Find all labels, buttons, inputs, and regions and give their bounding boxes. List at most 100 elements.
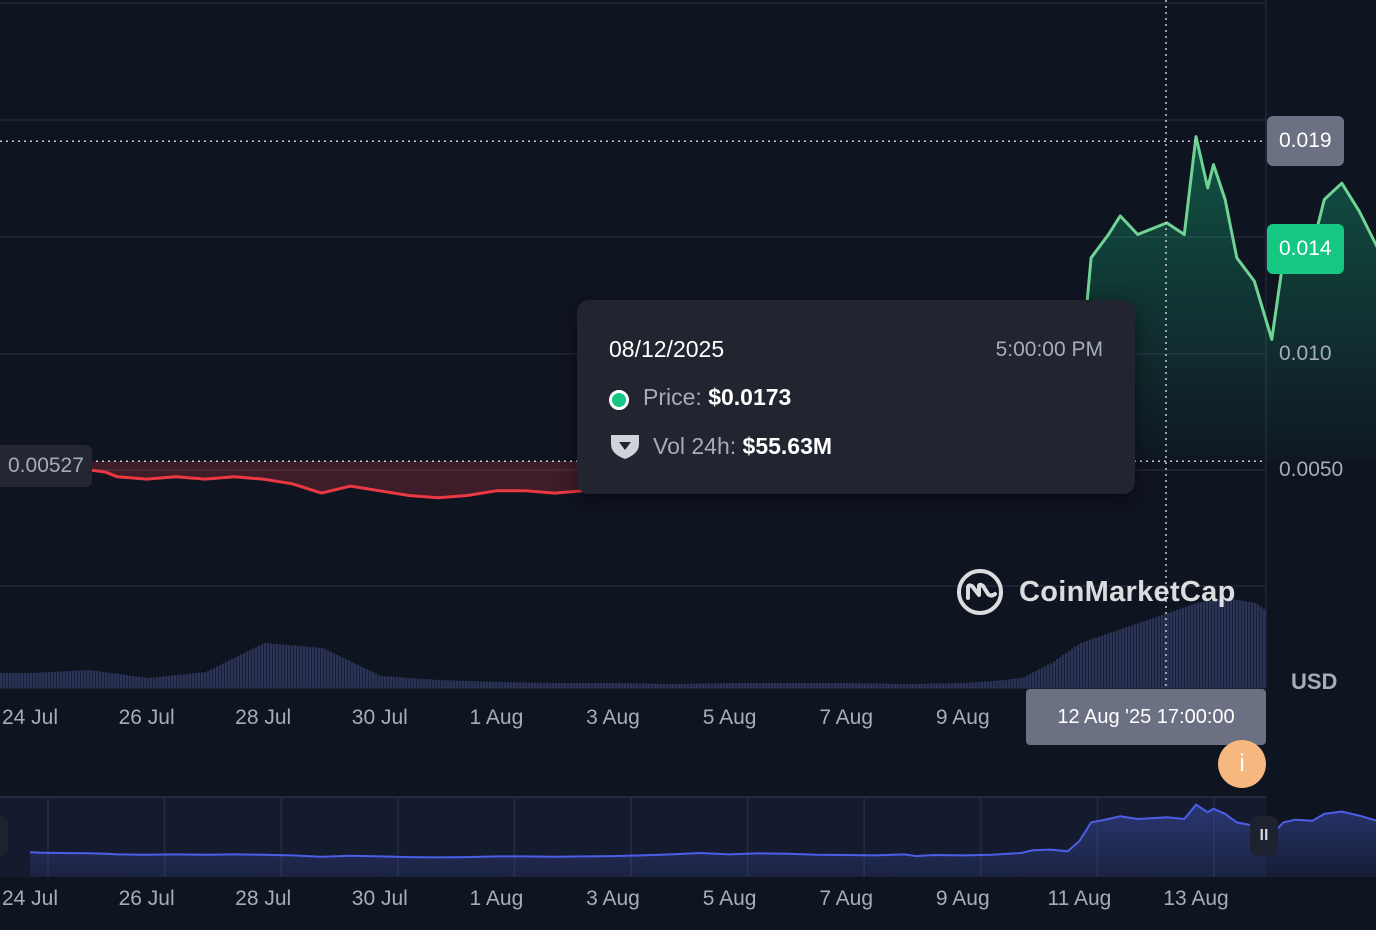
volume-bar — [609, 683, 612, 688]
volume-bar — [804, 683, 807, 688]
volume-bar — [669, 683, 672, 688]
volume-bar — [333, 653, 336, 688]
volume-bar — [933, 683, 936, 688]
volume-bar — [627, 683, 630, 688]
volume-bar — [237, 656, 240, 688]
volume-bar — [909, 683, 912, 688]
volume-bar — [864, 683, 867, 688]
volume-bar — [1062, 654, 1065, 688]
volume-bar — [63, 671, 66, 688]
volume-bar — [690, 683, 693, 688]
volume-bar — [195, 673, 198, 688]
volume-bar — [498, 682, 501, 688]
volume-bar — [342, 657, 345, 688]
tooltip-vol-value: $55.63M — [742, 433, 833, 459]
volume-bar — [1119, 629, 1122, 688]
volume-bar — [459, 680, 462, 688]
volume-bar — [30, 673, 33, 688]
volume-bar — [555, 683, 558, 688]
volume-bar — [39, 672, 42, 688]
volume-bar — [621, 683, 624, 688]
volume-bar — [18, 673, 21, 688]
volume-bar — [1179, 608, 1182, 688]
volume-bar — [1005, 679, 1008, 688]
volume-bar — [633, 683, 636, 688]
volume-bar — [390, 676, 393, 688]
navigator-tick-label: 9 Aug — [935, 887, 990, 910]
volume-bar — [1125, 627, 1128, 688]
volume-bar — [774, 683, 777, 688]
volume-bar — [1083, 641, 1086, 688]
volume-bar — [816, 683, 819, 688]
volume-bar — [288, 645, 291, 688]
volume-bar — [3, 673, 6, 688]
volume-bar — [432, 679, 435, 688]
volume-bar — [954, 683, 957, 688]
volume-bar — [60, 671, 63, 688]
volume-bar — [993, 680, 996, 688]
coinmarketcap-watermark: CoinMarketCap — [955, 567, 1236, 617]
volume-bar — [1182, 607, 1185, 688]
volume-bar — [330, 652, 333, 688]
volume-bar — [1044, 666, 1047, 688]
x-tick-label: 24 Jul — [1, 706, 59, 729]
volume-bar — [1191, 604, 1194, 688]
navigator-tick-label: 28 Jul — [235, 887, 292, 910]
volume-bar — [429, 679, 432, 688]
volume-bar — [798, 683, 801, 688]
volume-bar — [375, 673, 378, 688]
volume-bar — [435, 679, 438, 688]
volume-bar — [639, 683, 642, 688]
volume-bar — [981, 681, 984, 688]
volume-bar — [561, 683, 564, 688]
volume-bar — [765, 683, 768, 688]
info-icon[interactable]: i — [1218, 740, 1266, 788]
volume-bar — [75, 670, 78, 688]
volume-bar — [366, 669, 369, 688]
volume-bar — [537, 682, 540, 688]
volume-bar — [618, 683, 621, 688]
volume-bar — [888, 683, 891, 688]
volume-bar — [759, 683, 762, 688]
volume-bar — [1065, 652, 1068, 688]
volume-bar — [660, 683, 663, 688]
volume-bar — [240, 654, 243, 688]
navigator-handle-right[interactable]: II — [1250, 816, 1278, 856]
crosshair-time-badge: 12 Aug '25 17:00:00 — [1026, 689, 1266, 745]
navigator-handle-left[interactable] — [0, 816, 8, 856]
volume-bar — [972, 682, 975, 688]
volume-bar — [21, 673, 24, 688]
volume-bar — [1134, 624, 1137, 688]
x-tick-label: 3 Aug — [586, 706, 640, 729]
volume-bar — [576, 683, 579, 688]
volume-bar — [66, 671, 69, 688]
volume-bar — [450, 680, 453, 688]
volume-bar — [426, 679, 429, 688]
volume-bar — [345, 659, 348, 688]
volume-bar — [1167, 612, 1170, 688]
volume-bar — [768, 683, 771, 688]
volume-bar — [1236, 599, 1239, 688]
volume-bar — [975, 682, 978, 688]
volume-bar — [135, 676, 138, 688]
volume-bar — [417, 678, 420, 688]
volume-bar — [210, 669, 213, 688]
volume-bar — [531, 682, 534, 688]
volume-bar — [891, 683, 894, 688]
volume-bar — [1185, 606, 1188, 688]
volume-bar — [879, 683, 882, 688]
volume-bar — [1122, 628, 1125, 688]
volume-bar — [882, 683, 885, 688]
volume-bar — [792, 683, 795, 688]
volume-bar — [45, 672, 48, 688]
y-tick-label: 0.010 — [1279, 342, 1332, 365]
volume-bar — [402, 677, 405, 688]
volume-bar — [495, 681, 498, 688]
volume-bar — [573, 683, 576, 688]
volume-bar — [141, 677, 144, 688]
navigator[interactable] — [0, 796, 1376, 877]
volume-bar — [396, 677, 399, 688]
volume-bar — [693, 683, 696, 688]
volume-bar — [1071, 648, 1074, 688]
volume-bar — [183, 674, 186, 688]
